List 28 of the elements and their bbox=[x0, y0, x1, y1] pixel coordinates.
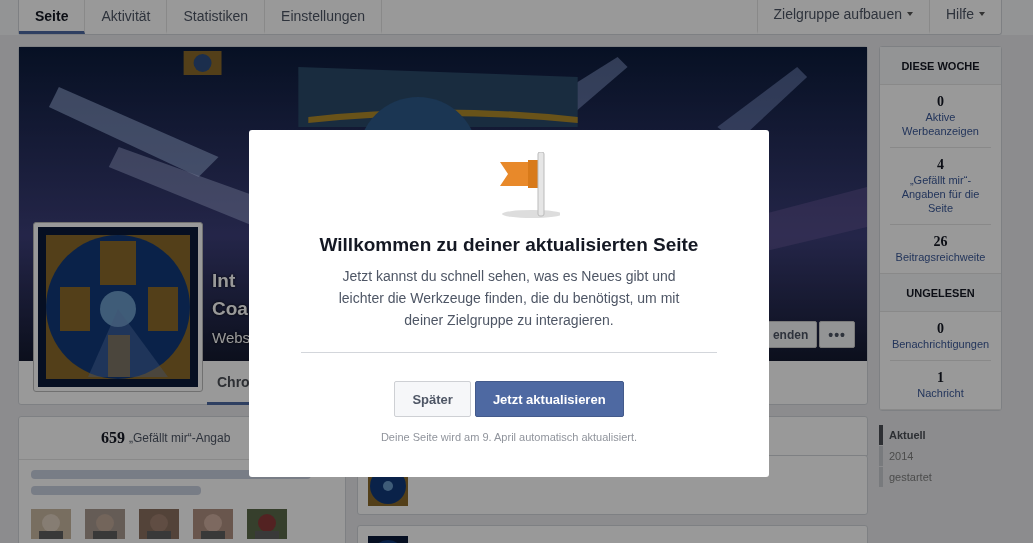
caret-icon bbox=[907, 12, 913, 16]
timeline-item[interactable]: Aktuell bbox=[879, 425, 1002, 445]
section-heading: DIESE WOCHE bbox=[880, 47, 1001, 85]
nav-menu[interactable]: Hilfe bbox=[929, 0, 1001, 34]
likes-label: „Gefällt mir“-Angab bbox=[129, 431, 231, 445]
stat-link[interactable]: „Gefällt mir“-Angaben für die Seite bbox=[890, 173, 991, 215]
timeline-item[interactable]: gestartet bbox=[879, 467, 1002, 487]
stat-value: 1 bbox=[937, 370, 944, 386]
nav-tab[interactable]: Statistiken bbox=[167, 0, 266, 34]
update-button[interactable]: Jetzt aktualisieren bbox=[474, 381, 624, 417]
nav-tab[interactable]: Aktivität bbox=[85, 0, 168, 34]
stat-value: 4 bbox=[937, 157, 944, 173]
nav-tab[interactable]: Einstellungen bbox=[265, 0, 383, 34]
dialog-note: Deine Seite wird am 9. April automatisch aktualisiert. bbox=[380, 431, 638, 443]
stat-link[interactable]: Nachricht bbox=[917, 386, 964, 400]
timeline-item[interactable]: 2014 bbox=[879, 446, 1002, 466]
stat-value: 0 bbox=[937, 94, 944, 110]
later-button[interactable]: Später bbox=[394, 381, 471, 417]
likes-count: 659 bbox=[101, 429, 125, 447]
section-heading: UNGELESEN bbox=[880, 274, 1001, 312]
stat-link[interactable]: Beitragsreichweite bbox=[895, 250, 986, 264]
stat-value: 26 bbox=[933, 234, 948, 250]
stat-link[interactable]: Benachrichtigungen bbox=[891, 337, 990, 351]
caret-icon bbox=[979, 12, 985, 16]
nav-tab[interactable]: Seite bbox=[19, 0, 86, 34]
nav-menu[interactable]: Zielgruppe aufbauen bbox=[756, 0, 929, 34]
stat-value: 0 bbox=[937, 321, 944, 337]
stat-link[interactable]: Aktive Werbeanzeigen bbox=[890, 110, 991, 138]
